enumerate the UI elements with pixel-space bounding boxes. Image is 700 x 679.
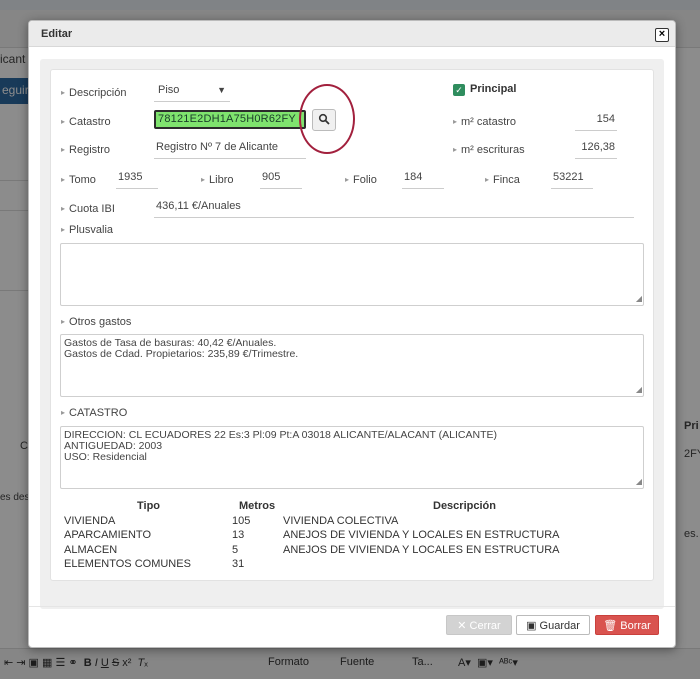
edit-dialog: Editar × Descripción Piso ▼ ✓ Principal …: [28, 20, 676, 648]
descripcion-label: Descripción: [61, 87, 126, 99]
libro-field[interactable]: 905: [260, 171, 302, 189]
table-cell-descripcion: VIVIENDA COLECTIVA: [283, 515, 399, 527]
table-cell-metros: 5: [232, 544, 239, 556]
close-icon: ✕: [457, 620, 467, 632]
borrar-label: Borrar: [620, 620, 651, 632]
chevron-down-icon: ▼: [217, 85, 226, 95]
catastro-info-label: CATASTRO: [61, 407, 127, 419]
close-icon[interactable]: ×: [655, 28, 669, 42]
cuota-ibi-label: Cuota IBI: [61, 203, 115, 215]
m2-escrituras-label: m² escrituras: [453, 144, 525, 156]
otros-gastos-label: Otros gastos: [61, 316, 131, 328]
borrar-button[interactable]: 🗑 Borrar: [595, 615, 659, 635]
table-header-descripcion: Descripción: [433, 500, 496, 512]
table-cell-metros: 31: [232, 558, 245, 570]
folio-label: Folio: [345, 174, 377, 186]
plusvalia-textarea[interactable]: ◢: [60, 243, 644, 306]
otros-gastos-line: Gastos de Cdad. Propietarios: 235,89 €/T…: [64, 348, 299, 360]
table-cell-metros: 105: [232, 515, 251, 527]
dialog-header: Editar ×: [29, 21, 675, 47]
catastro-info-textarea[interactable]: DIRECCION: CL ECUADORES 22 Es:3 Pl:09 Pt…: [60, 426, 644, 489]
table-cell-tipo: ALMACEN: [64, 544, 118, 556]
table-header-metros: Metros: [239, 500, 276, 512]
m2-catastro-label: m² catastro: [453, 116, 516, 128]
catastro-input[interactable]: 78121E2DH1A75H0R62FY: [154, 110, 306, 129]
dialog-title: Editar: [41, 28, 73, 40]
registro-field[interactable]: Registro Nº 7 de Alicante: [154, 141, 306, 159]
descripcion-value: Piso: [158, 84, 180, 96]
finca-label: Finca: [485, 174, 520, 186]
resize-grip-icon[interactable]: ◢: [636, 384, 642, 395]
dialog-body: Descripción Piso ▼ ✓ Principal Catastro …: [40, 59, 664, 609]
principal-checkbox[interactable]: ✓: [453, 84, 465, 96]
table-cell-tipo: APARCAMIENTO: [64, 529, 151, 541]
cuota-ibi-field[interactable]: 436,11 €/Anuales: [154, 200, 634, 218]
table-cell-descripcion: ANEJOS DE VIVIENDA Y LOCALES EN ESTRUCTU…: [283, 529, 560, 541]
guardar-label: Guardar: [539, 620, 580, 632]
folio-field[interactable]: 184: [402, 171, 444, 189]
registro-label: Registro: [61, 144, 110, 156]
m2-catastro-field[interactable]: 154: [575, 113, 617, 131]
tomo-label: Tomo: [61, 174, 96, 186]
plusvalia-label: Plusvalia: [61, 224, 113, 236]
table-cell-tipo: ELEMENTOS COMUNES: [64, 558, 191, 570]
catastro-info-line: USO: Residencial: [64, 451, 147, 463]
otros-gastos-textarea[interactable]: Gastos de Tasa de basuras: 40,42 €/Anual…: [60, 334, 644, 397]
annotation-circle: [299, 84, 355, 154]
catastro-label: Catastro: [61, 116, 111, 128]
finca-field[interactable]: 53221: [551, 171, 593, 189]
table-header-tipo: Tipo: [137, 500, 161, 512]
form-panel: Descripción Piso ▼ ✓ Principal Catastro …: [50, 69, 654, 581]
cerrar-label: Cerrar: [469, 620, 501, 632]
m2-escrituras-field[interactable]: 126,38: [575, 141, 617, 159]
trash-icon: 🗑: [603, 620, 618, 632]
resize-grip-icon[interactable]: ◢: [636, 293, 642, 304]
cerrar-button[interactable]: ✕ Cerrar: [446, 615, 512, 635]
guardar-button[interactable]: ▣ Guardar: [516, 615, 590, 635]
principal-label: Principal: [470, 83, 517, 95]
table-cell-tipo: VIVIENDA: [64, 515, 116, 527]
libro-label: Libro: [201, 174, 233, 186]
tomo-field[interactable]: 1935: [116, 171, 158, 189]
resize-grip-icon[interactable]: ◢: [636, 476, 642, 487]
descripcion-select[interactable]: Piso ▼: [154, 84, 230, 102]
save-icon: ▣: [526, 620, 537, 632]
catastro-info-line: ANTIGUEDAD: 2003: [64, 440, 163, 452]
table-cell-metros: 13: [232, 529, 245, 541]
table-cell-descripcion: ANEJOS DE VIVIENDA Y LOCALES EN ESTRUCTU…: [283, 544, 560, 556]
